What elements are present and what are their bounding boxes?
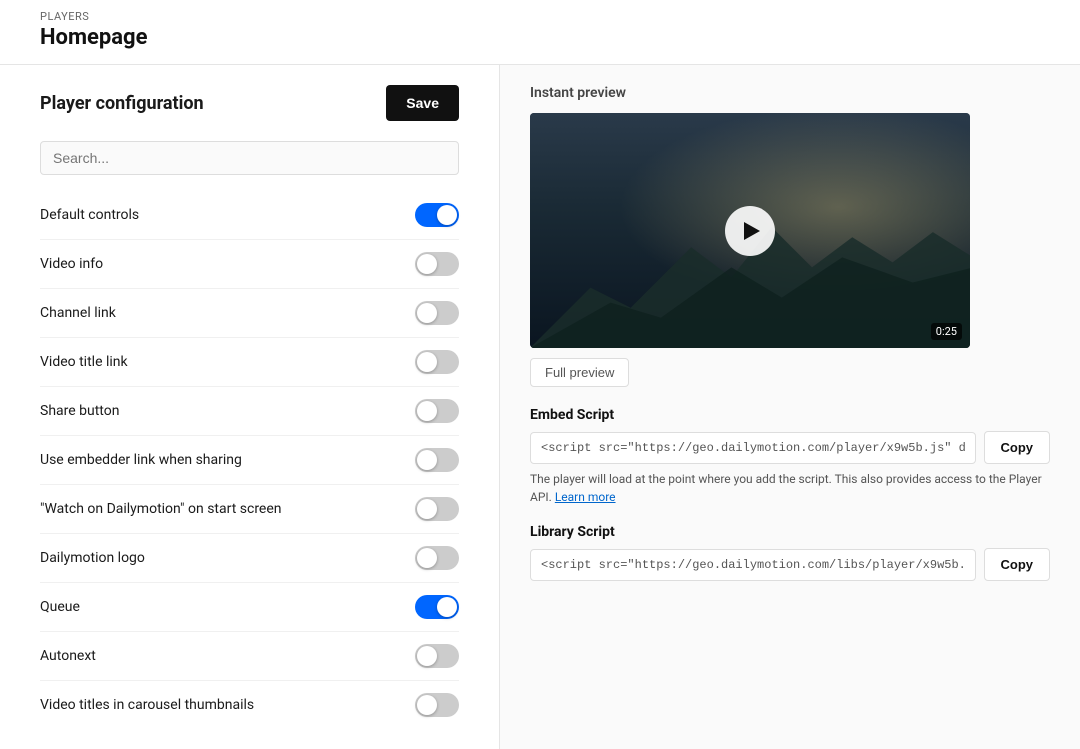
toggle-video-info[interactable] xyxy=(415,252,459,276)
toggle-track-watch-on-dm xyxy=(415,497,459,521)
toggle-knob-use-embedder-link xyxy=(417,450,437,470)
settings-item-autonext: Autonext xyxy=(40,632,459,681)
toggle-knob-default-controls xyxy=(437,205,457,225)
toggle-channel-link[interactable] xyxy=(415,301,459,325)
toggle-knob-video-info xyxy=(417,254,437,274)
settings-item-video-info: Video info xyxy=(40,240,459,289)
settings-list: Default controls Video info Channel link Vi… xyxy=(40,191,459,729)
toggle-autonext[interactable] xyxy=(415,644,459,668)
library-script-title: Library Script xyxy=(530,524,1050,540)
toggle-knob-share-button xyxy=(417,401,437,421)
toggle-track-queue xyxy=(415,595,459,619)
toggle-dailymotion-logo[interactable] xyxy=(415,546,459,570)
settings-label-channel-link: Channel link xyxy=(40,305,116,321)
learn-more-link[interactable]: Learn more xyxy=(555,490,616,504)
toggle-knob-queue xyxy=(437,597,457,617)
settings-label-video-titles-carousel: Video titles in carousel thumbnails xyxy=(40,697,254,713)
toggle-knob-video-title-link xyxy=(417,352,437,372)
toggle-knob-autonext xyxy=(417,646,437,666)
toggle-video-titles-carousel[interactable] xyxy=(415,693,459,717)
embed-script-input[interactable] xyxy=(530,432,976,464)
left-panel: Player configuration Save Default contro… xyxy=(0,65,500,749)
settings-label-default-controls: Default controls xyxy=(40,207,139,223)
settings-item-default-controls: Default controls xyxy=(40,191,459,240)
toggle-track-use-embedder-link xyxy=(415,448,459,472)
settings-label-use-embedder-link: Use embedder link when sharing xyxy=(40,452,242,468)
settings-item-use-embedder-link: Use embedder link when sharing xyxy=(40,436,459,485)
toggle-share-button[interactable] xyxy=(415,399,459,423)
embed-script-description: The player will load at the point where … xyxy=(530,470,1050,506)
library-copy-button[interactable]: Copy xyxy=(984,548,1051,581)
config-header: Player configuration Save xyxy=(40,85,459,121)
embed-script-section: Embed Script Copy The player will load a… xyxy=(530,407,1050,506)
settings-item-video-title-link: Video title link xyxy=(40,338,459,387)
toggle-knob-channel-link xyxy=(417,303,437,323)
toggle-track-video-title-link xyxy=(415,350,459,374)
settings-item-channel-link: Channel link xyxy=(40,289,459,338)
right-panel: Instant preview 0:25 Full preview Embed … xyxy=(500,65,1080,749)
toggle-track-autonext xyxy=(415,644,459,668)
video-player[interactable]: 0:25 xyxy=(530,113,970,348)
toggle-watch-on-dm[interactable] xyxy=(415,497,459,521)
settings-item-video-titles-carousel: Video titles in carousel thumbnails xyxy=(40,681,459,729)
settings-item-watch-on-dm: "Watch on Dailymotion" on start screen xyxy=(40,485,459,534)
settings-label-dailymotion-logo: Dailymotion logo xyxy=(40,550,145,566)
embed-copy-button[interactable]: Copy xyxy=(984,431,1051,464)
play-icon xyxy=(744,222,760,240)
play-button[interactable] xyxy=(725,206,775,256)
embed-script-row: Copy xyxy=(530,431,1050,464)
search-bar-container xyxy=(40,141,459,175)
toggle-knob-watch-on-dm xyxy=(417,499,437,519)
settings-label-watch-on-dm: "Watch on Dailymotion" on start screen xyxy=(40,501,282,517)
full-preview-button[interactable]: Full preview xyxy=(530,358,629,387)
settings-label-video-title-link: Video title link xyxy=(40,354,128,370)
save-button[interactable]: Save xyxy=(386,85,459,121)
toggle-queue[interactable] xyxy=(415,595,459,619)
settings-label-video-info: Video info xyxy=(40,256,103,272)
embed-script-title: Embed Script xyxy=(530,407,1050,423)
library-script-input[interactable] xyxy=(530,549,976,581)
search-input[interactable] xyxy=(40,141,459,175)
instant-preview-label: Instant preview xyxy=(530,85,1050,101)
page-title: Homepage xyxy=(40,25,1040,50)
settings-item-dailymotion-logo: Dailymotion logo xyxy=(40,534,459,583)
toggle-track-default-controls xyxy=(415,203,459,227)
toggle-track-dailymotion-logo xyxy=(415,546,459,570)
toggle-knob-video-titles-carousel xyxy=(417,695,437,715)
settings-item-share-button: Share button xyxy=(40,387,459,436)
toggle-use-embedder-link[interactable] xyxy=(415,448,459,472)
library-script-row: Copy xyxy=(530,548,1050,581)
toggle-default-controls[interactable] xyxy=(415,203,459,227)
toggle-track-video-titles-carousel xyxy=(415,693,459,717)
top-bar: PLAYERS Homepage xyxy=(0,0,1080,65)
settings-label-share-button: Share button xyxy=(40,403,119,419)
toggle-track-share-button xyxy=(415,399,459,423)
toggle-track-channel-link xyxy=(415,301,459,325)
breadcrumb-section: PLAYERS xyxy=(40,10,1040,23)
duration-badge: 0:25 xyxy=(931,323,962,340)
main-content: Player configuration Save Default contro… xyxy=(0,65,1080,749)
config-title: Player configuration xyxy=(40,93,204,114)
toggle-video-title-link[interactable] xyxy=(415,350,459,374)
toggle-knob-dailymotion-logo xyxy=(417,548,437,568)
settings-label-queue: Queue xyxy=(40,599,80,615)
toggle-track-video-info xyxy=(415,252,459,276)
library-script-section: Library Script Copy xyxy=(530,524,1050,581)
settings-label-autonext: Autonext xyxy=(40,648,96,664)
